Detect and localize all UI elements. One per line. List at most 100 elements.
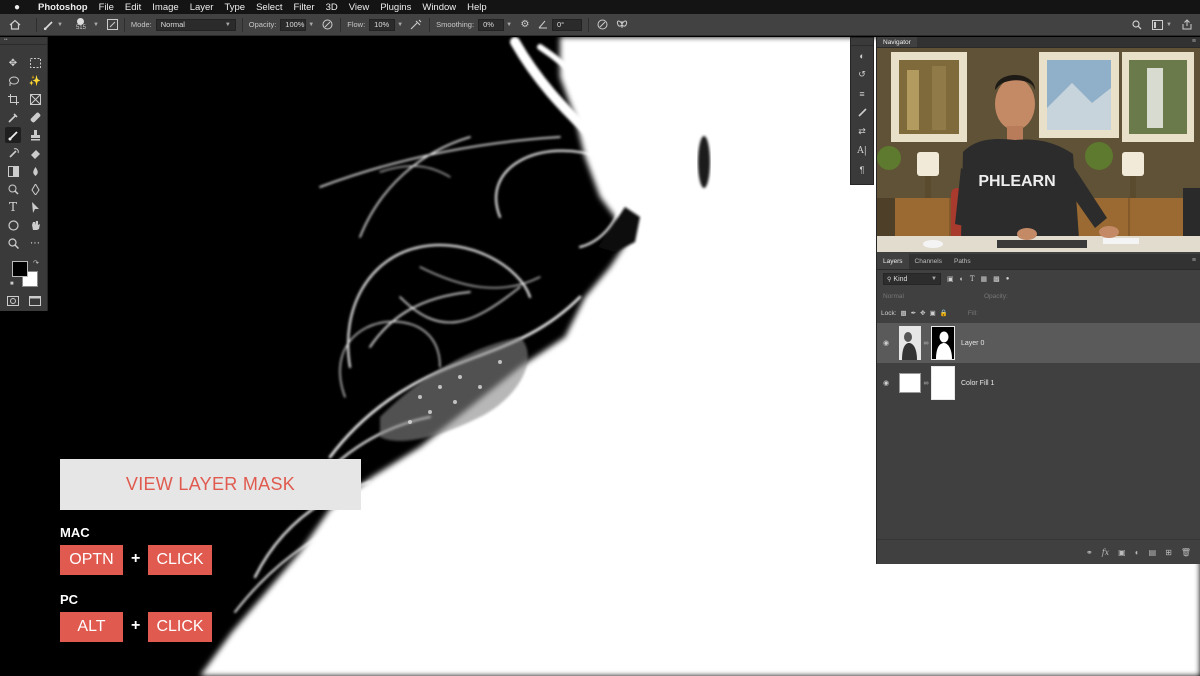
quick-mask-icon[interactable] <box>5 293 21 309</box>
layer-style-icon[interactable]: fx <box>1102 548 1109 557</box>
panel-menu-icon[interactable]: ≡ <box>1192 38 1196 45</box>
search-icon[interactable] <box>1130 18 1144 32</box>
clone-stamp-tool-icon[interactable] <box>27 127 43 143</box>
menu-edit[interactable]: Edit <box>121 2 148 13</box>
lock-position-icon[interactable]: ✥ <box>920 309 925 317</box>
panel-grip[interactable]: •• <box>0 37 47 45</box>
menu-filter[interactable]: Filter <box>289 2 321 13</box>
kind-filter-select[interactable]: ⚲ Kind ▼ <box>883 273 941 285</box>
zoom-tool-icon[interactable] <box>5 235 21 251</box>
frame-tool-icon[interactable] <box>27 91 43 107</box>
home-icon[interactable] <box>0 14 30 35</box>
menu-help[interactable]: Help <box>463 2 494 13</box>
symmetry-butterfly-icon[interactable] <box>615 18 629 32</box>
menu-window[interactable]: Window <box>418 2 463 13</box>
eyedropper-tool-icon[interactable] <box>5 109 21 125</box>
fill-adjustment-thumbnail[interactable] <box>899 373 921 393</box>
add-mask-icon[interactable]: ▣ <box>1118 548 1126 557</box>
eraser-tool-icon[interactable] <box>27 145 43 161</box>
delete-layer-icon[interactable]: 🗑 <box>1181 548 1191 557</box>
flow-input[interactable]: 10% <box>369 18 396 31</box>
color-panel-icon[interactable]: ◐ <box>851 46 873 65</box>
flow-caret-icon[interactable]: ▼ <box>397 22 403 28</box>
link-layers-icon[interactable]: ⚭ <box>1086 548 1093 557</box>
share-icon[interactable] <box>1180 18 1194 32</box>
pressure-size-icon[interactable] <box>595 18 609 32</box>
airbrush-icon[interactable] <box>409 18 423 32</box>
panel-grip[interactable] <box>851 38 873 46</box>
menu-3d[interactable]: 3D <box>322 2 345 13</box>
lasso-tool-icon[interactable] <box>5 73 21 89</box>
menu-type[interactable]: Type <box>220 2 252 13</box>
brush-settings-icon[interactable] <box>106 14 118 35</box>
path-selection-tool-icon[interactable] <box>27 199 43 215</box>
foreground-color-swatch[interactable] <box>12 261 28 277</box>
workspace-caret-icon[interactable]: ▼ <box>1166 22 1172 28</box>
workspace-icon[interactable] <box>1150 18 1164 32</box>
brush-size-picker[interactable]: 515 <box>71 14 91 35</box>
crop-tool-icon[interactable] <box>5 91 21 107</box>
new-group-icon[interactable]: ▤ <box>1149 548 1157 557</box>
paragraph-panel-icon[interactable]: ¶ <box>851 160 873 179</box>
filter-pixel-icon[interactable]: ▣ <box>947 275 954 283</box>
menu-image[interactable]: Image <box>148 2 185 13</box>
brush-size-caret-icon[interactable]: ▼ <box>93 22 99 28</box>
menu-file[interactable]: File <box>95 2 121 13</box>
blur-tool-icon[interactable] <box>27 163 43 179</box>
layer-name[interactable]: Color Fill 1 <box>961 380 994 387</box>
layer-thumbnail[interactable] <box>899 326 921 360</box>
smoothing-gear-icon[interactable]: ⚙ <box>518 18 532 32</box>
mask-link-icon[interactable]: ∞ <box>922 380 930 387</box>
ellipse-tool-icon[interactable] <box>5 217 21 233</box>
marquee-tool-icon[interactable] <box>27 55 43 71</box>
new-adjustment-icon[interactable]: ◐ <box>1135 548 1140 557</box>
apple-menu-icon[interactable]: ● <box>0 2 34 13</box>
layer-row-color-fill-1[interactable]: ◉ ∞ Color Fill 1 <box>877 363 1200 403</box>
healing-brush-tool-icon[interactable] <box>27 109 43 125</box>
mode-select[interactable]: Normal ▼ <box>155 18 236 31</box>
visibility-eye-icon[interactable]: ◉ <box>877 379 895 387</box>
mask-link-icon[interactable]: ∞ <box>922 340 930 347</box>
character-panel-icon[interactable]: A| <box>851 141 873 160</box>
tab-paths[interactable]: Paths <box>948 254 977 269</box>
panel-menu-icon[interactable]: ≡ <box>1192 257 1196 264</box>
layer-name[interactable]: Layer 0 <box>961 340 984 347</box>
filter-adjustment-icon[interactable]: ◐ <box>960 276 964 283</box>
more-tools-icon[interactable]: ⋯ <box>27 235 43 251</box>
tab-layers[interactable]: Layers <box>877 254 909 269</box>
menu-layer[interactable]: Layer <box>186 2 221 13</box>
brush-settings-panel-icon[interactable] <box>851 103 873 122</box>
swap-colors-icon[interactable]: ↷ <box>33 259 39 267</box>
smoothing-input[interactable]: 0% <box>478 18 505 31</box>
pressure-opacity-icon[interactable] <box>320 18 334 32</box>
hand-tool-icon[interactable] <box>27 217 43 233</box>
pen-tool-icon[interactable] <box>27 181 43 197</box>
lock-pixels-icon[interactable]: ✒ <box>911 309 916 317</box>
new-layer-icon[interactable]: ⊞ <box>1165 548 1172 557</box>
smoothing-caret-icon[interactable]: ▼ <box>506 22 512 28</box>
history-panel-icon[interactable]: ↺ <box>851 65 873 84</box>
gradient-tool-icon[interactable] <box>5 163 21 179</box>
layer-row-layer-0[interactable]: ◉ ∞ Layer 0 <box>877 323 1200 363</box>
dodge-tool-icon[interactable] <box>5 181 21 197</box>
menu-photoshop[interactable]: Photoshop <box>34 2 95 13</box>
lock-artboard-icon[interactable]: ▣ <box>930 309 936 317</box>
filter-shape-icon[interactable]: ▦ <box>981 275 988 283</box>
filter-type-icon[interactable]: T <box>970 275 975 283</box>
lock-transparent-icon[interactable]: ▩ <box>901 309 907 317</box>
screen-mode-icon[interactable] <box>27 293 43 309</box>
move-tool-icon[interactable]: ✥ <box>5 55 21 71</box>
blend-mode-select[interactable]: Normal <box>883 293 904 300</box>
brush-tool-icon[interactable] <box>5 127 21 143</box>
angle-input[interactable]: 0° <box>552 18 583 31</box>
filter-toggle-icon[interactable]: ● <box>1006 276 1010 282</box>
layer-mask-thumbnail[interactable] <box>931 326 955 360</box>
opacity-input[interactable]: 100% <box>280 18 307 31</box>
default-colors-icon[interactable]: ■ <box>10 281 14 287</box>
brush-tool-preset-icon[interactable]: ▼ <box>43 14 63 35</box>
tab-channels[interactable]: Channels <box>909 254 948 269</box>
menu-select[interactable]: Select <box>252 2 289 13</box>
menu-plugins[interactable]: Plugins <box>376 2 418 13</box>
properties-panel-icon[interactable]: ⇄ <box>851 122 873 141</box>
visibility-eye-icon[interactable]: ◉ <box>877 339 895 347</box>
